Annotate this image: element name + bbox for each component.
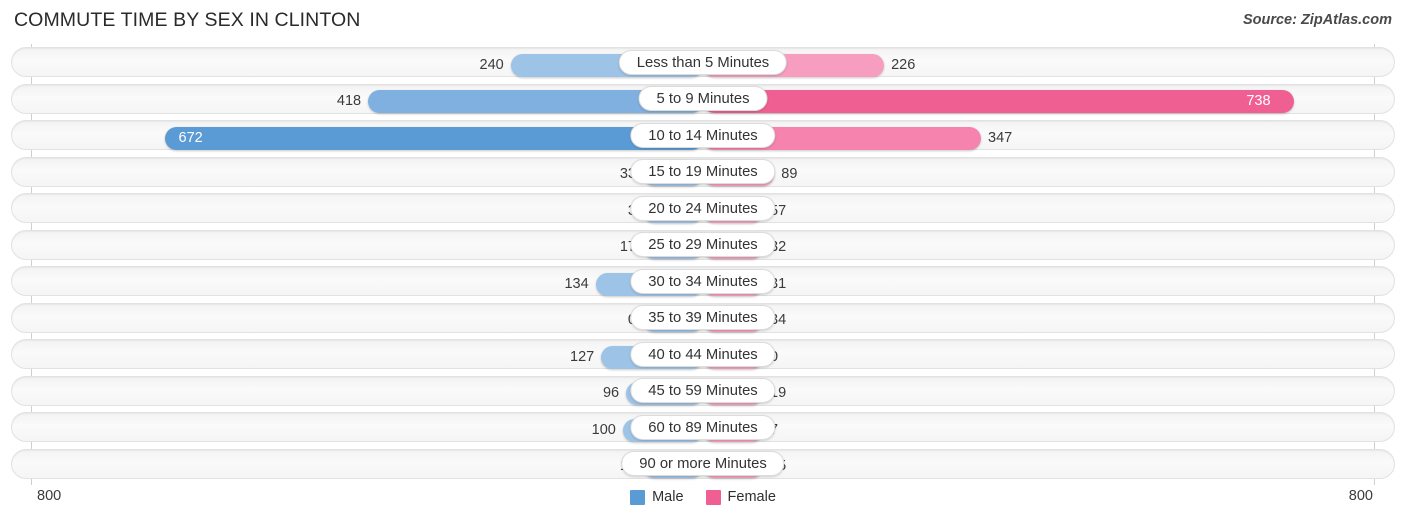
bar-value-male: 240 bbox=[479, 56, 504, 73]
bar-male bbox=[164, 126, 703, 150]
legend-swatch-icon bbox=[705, 489, 721, 505]
legend-label: Female bbox=[727, 489, 776, 505]
chart-footer: 800 800 Male Female bbox=[0, 486, 1406, 522]
category-label: 30 to 34 Minutes bbox=[630, 268, 776, 294]
legend-label: Male bbox=[652, 489, 684, 505]
bar-row: 33 89 15 to 19 Minutes bbox=[0, 154, 1406, 191]
category-label: 40 to 44 Minutes bbox=[630, 341, 776, 367]
bar-row: 240 226 Less than 5 Minutes bbox=[0, 44, 1406, 81]
bar-value-male: 672 bbox=[178, 129, 203, 146]
chart-legend: Male Female bbox=[0, 489, 1406, 505]
chart-header: COMMUTE TIME BY SEX IN CLINTON Source: Z… bbox=[0, 0, 1406, 44]
category-label: 5 to 9 Minutes bbox=[638, 86, 768, 111]
legend-item[interactable]: Female bbox=[705, 489, 776, 505]
category-label: 20 to 24 Minutes bbox=[630, 195, 776, 221]
bar-female bbox=[703, 90, 1295, 113]
bar-row: 100760 to 89 Minutes bbox=[0, 409, 1406, 446]
category-label: 45 to 59 Minutes bbox=[630, 378, 776, 403]
bar-row: 134590 or more Minutes bbox=[0, 446, 1406, 483]
bar-row: 03435 to 39 Minutes bbox=[0, 300, 1406, 337]
source-attribution: Source: ZipAtlas.com bbox=[1242, 12, 1392, 28]
bar-value-female: 738 bbox=[1246, 93, 1271, 109]
category-label: Less than 5 Minutes bbox=[618, 49, 788, 75]
category-label: 90 or more Minutes bbox=[621, 451, 785, 476]
bar-rows-container: 240 226 Less than 5 Minutes 418 738 5 to 9 Mi… bbox=[0, 44, 1406, 482]
bar-value-male: 134 bbox=[564, 275, 589, 292]
bar-value-male: 127 bbox=[570, 348, 595, 365]
bar-row: 134 31 30 to 34 Minutes bbox=[0, 263, 1406, 300]
bar-value-female: 347 bbox=[988, 129, 1013, 146]
category-label: 60 to 89 Minutes bbox=[630, 414, 776, 440]
bar-value-male: 100 bbox=[591, 421, 616, 438]
category-label: 25 to 29 Minutes bbox=[630, 232, 776, 257]
legend-item[interactable]: Male bbox=[630, 489, 684, 505]
legend-swatch-icon bbox=[630, 489, 646, 505]
bar-row: 96 19 45 to 59 Minutes bbox=[0, 373, 1406, 410]
bar-row: 17 32 25 to 29 Minutes bbox=[0, 227, 1406, 264]
category-label: 35 to 39 Minutes bbox=[630, 305, 776, 330]
chart-plot-area: 240 226 Less than 5 Minutes 418 738 5 to 9 Mi… bbox=[0, 44, 1406, 486]
bar-row: 418 738 5 to 9 Minutes bbox=[0, 81, 1406, 118]
bar-value-female: 226 bbox=[891, 56, 916, 73]
bar-value-male: 418 bbox=[336, 93, 362, 109]
page-title: COMMUTE TIME BY SEX IN CLINTON bbox=[14, 9, 361, 31]
bar-value-male: 96 bbox=[602, 385, 620, 401]
bar-value-female: 89 bbox=[781, 166, 798, 182]
bar-row: 127040 to 44 Minutes bbox=[0, 336, 1406, 373]
category-label: 15 to 19 Minutes bbox=[630, 159, 776, 184]
bar-row: 672 347 10 to 14 Minutes bbox=[0, 117, 1406, 154]
category-label: 10 to 14 Minutes bbox=[630, 122, 776, 148]
bar-row: 35720 to 24 Minutes bbox=[0, 190, 1406, 227]
